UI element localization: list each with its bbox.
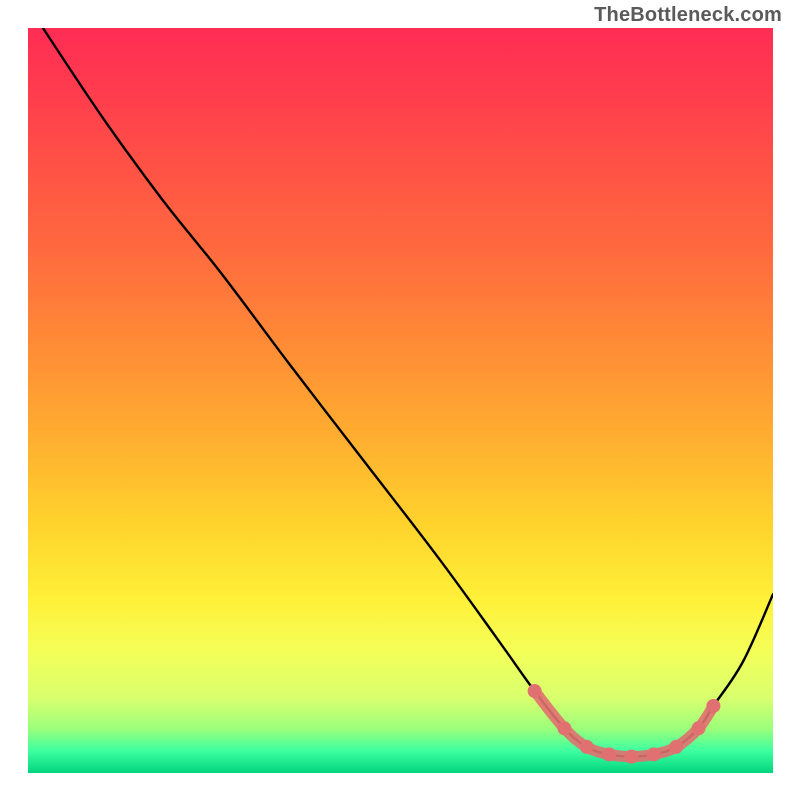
optimal-marker (557, 721, 571, 735)
watermark-text: TheBottleneck.com (594, 4, 782, 27)
optimal-marker (692, 721, 706, 735)
optimal-marker (602, 747, 616, 761)
bottleneck-curve (43, 28, 773, 757)
optimal-marker (580, 740, 594, 754)
optimal-range-markers (528, 684, 721, 764)
optimal-marker (647, 747, 661, 761)
optimal-marker (624, 750, 638, 764)
optimal-marker (669, 740, 683, 754)
optimal-marker (528, 684, 542, 698)
gradient-plot-area (28, 28, 773, 773)
optimal-marker (706, 699, 720, 713)
chart-svg (28, 28, 773, 773)
